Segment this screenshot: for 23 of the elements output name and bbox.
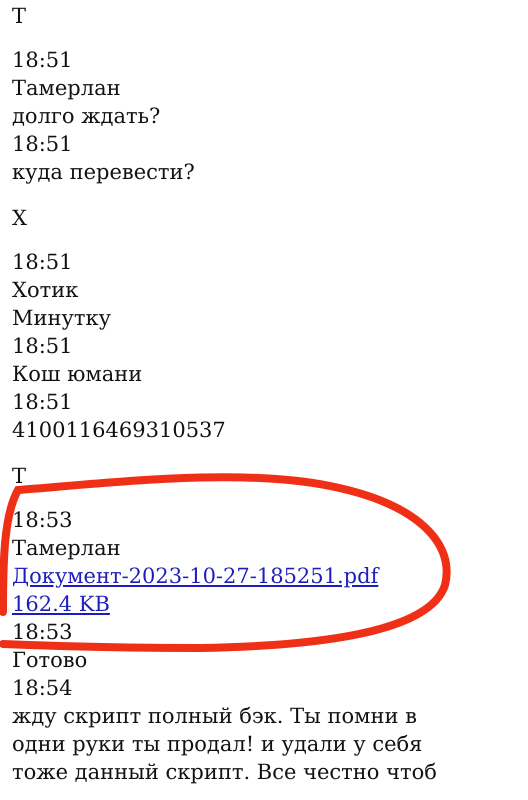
avatar-letter: Т xyxy=(12,463,26,490)
timestamp: 18:51 xyxy=(12,334,73,358)
message-text: куда перевести? xyxy=(12,160,195,184)
sender-name: Хотик xyxy=(12,278,78,302)
avatar-letter: Т xyxy=(12,3,26,30)
timestamp: 18:51 xyxy=(12,250,73,274)
sender-name: Тамерлан xyxy=(12,76,121,100)
avatar-letter: Х xyxy=(12,205,27,232)
file-link[interactable]: 162.4 KB xyxy=(12,592,110,616)
timestamp: 18:53 xyxy=(12,620,73,644)
message-text: Минутку xyxy=(12,306,111,330)
timestamp: 18:54 xyxy=(12,676,73,700)
timestamp: 18:51 xyxy=(12,390,73,414)
file-link[interactable]: Документ-2023-10-27-185251.pdf xyxy=(12,564,378,588)
message-text: жду скрипт полный бэк. Ты помни в одни руки ты продал! и удали у себя тоже данный скрипт. Все честно чтоб xyxy=(12,704,437,784)
timestamp: 18:51 xyxy=(12,48,73,72)
message-text: Готово xyxy=(12,648,88,672)
message-text: Кош юмани xyxy=(12,362,142,386)
timestamp: 18:51 xyxy=(12,132,73,156)
message-text: 4100116469310537 xyxy=(12,418,226,442)
message-text: долго ждать? xyxy=(12,104,160,128)
sender-name: Тамерлан xyxy=(12,536,121,560)
timestamp: 18:53 xyxy=(12,508,73,532)
